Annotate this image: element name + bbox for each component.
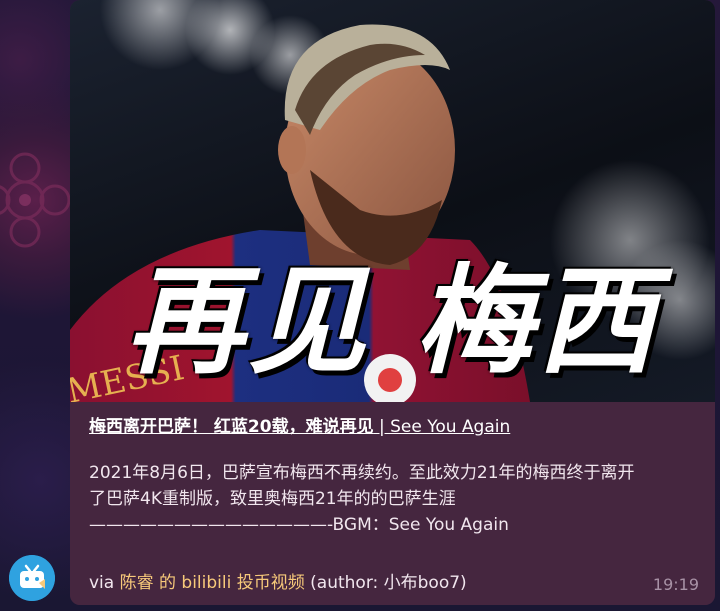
via-prefix: via	[89, 573, 120, 593]
message-text-area: 梅西离开巴萨！ 红蓝20载，难说再见 | See You Again 2021年…	[70, 402, 715, 605]
link-title[interactable]: 梅西离开巴萨！ 红蓝20载，难说再见 | See You Again	[89, 412, 510, 437]
description-line: 2021年8月6日，巴萨宣布梅西不再续约。至此效力21年的梅西终于离开	[89, 463, 635, 483]
link-title-rest[interactable]: | See You Again	[374, 417, 510, 437]
link-title-bold[interactable]: 梅西离开巴萨！ 红蓝20载，难说再见	[89, 417, 374, 437]
bilibili-tv-icon	[9, 555, 55, 601]
via-line: via 陈睿 的 bilibili 投币视频 (author: 小布boo7)	[89, 568, 467, 593]
preview-overlay-title: 再见 梅西	[125, 252, 660, 390]
description-line: ——————————————-BGM：See You Again	[89, 515, 509, 535]
via-channel-link[interactable]: 陈睿 的 bilibili 投币视频	[120, 573, 305, 593]
forwarded-message[interactable]: MESSI 再见 梅西 梅西离开巴萨！ 红蓝20载，难说再见 | See You…	[70, 0, 715, 605]
link-description: 2021年8月6日，巴萨宣布梅西不再续约。至此效力21年的梅西终于离开 了巴萨4…	[89, 460, 704, 538]
channel-avatar[interactable]	[9, 555, 55, 601]
via-author: (author: 小布boo7)	[304, 573, 467, 593]
description-line: 了巴萨4K重制版，致里奥梅西21年的的巴萨生涯	[89, 489, 456, 509]
link-preview-image[interactable]: MESSI 再见 梅西	[70, 0, 715, 402]
message-timestamp: 19:19	[652, 575, 699, 594]
